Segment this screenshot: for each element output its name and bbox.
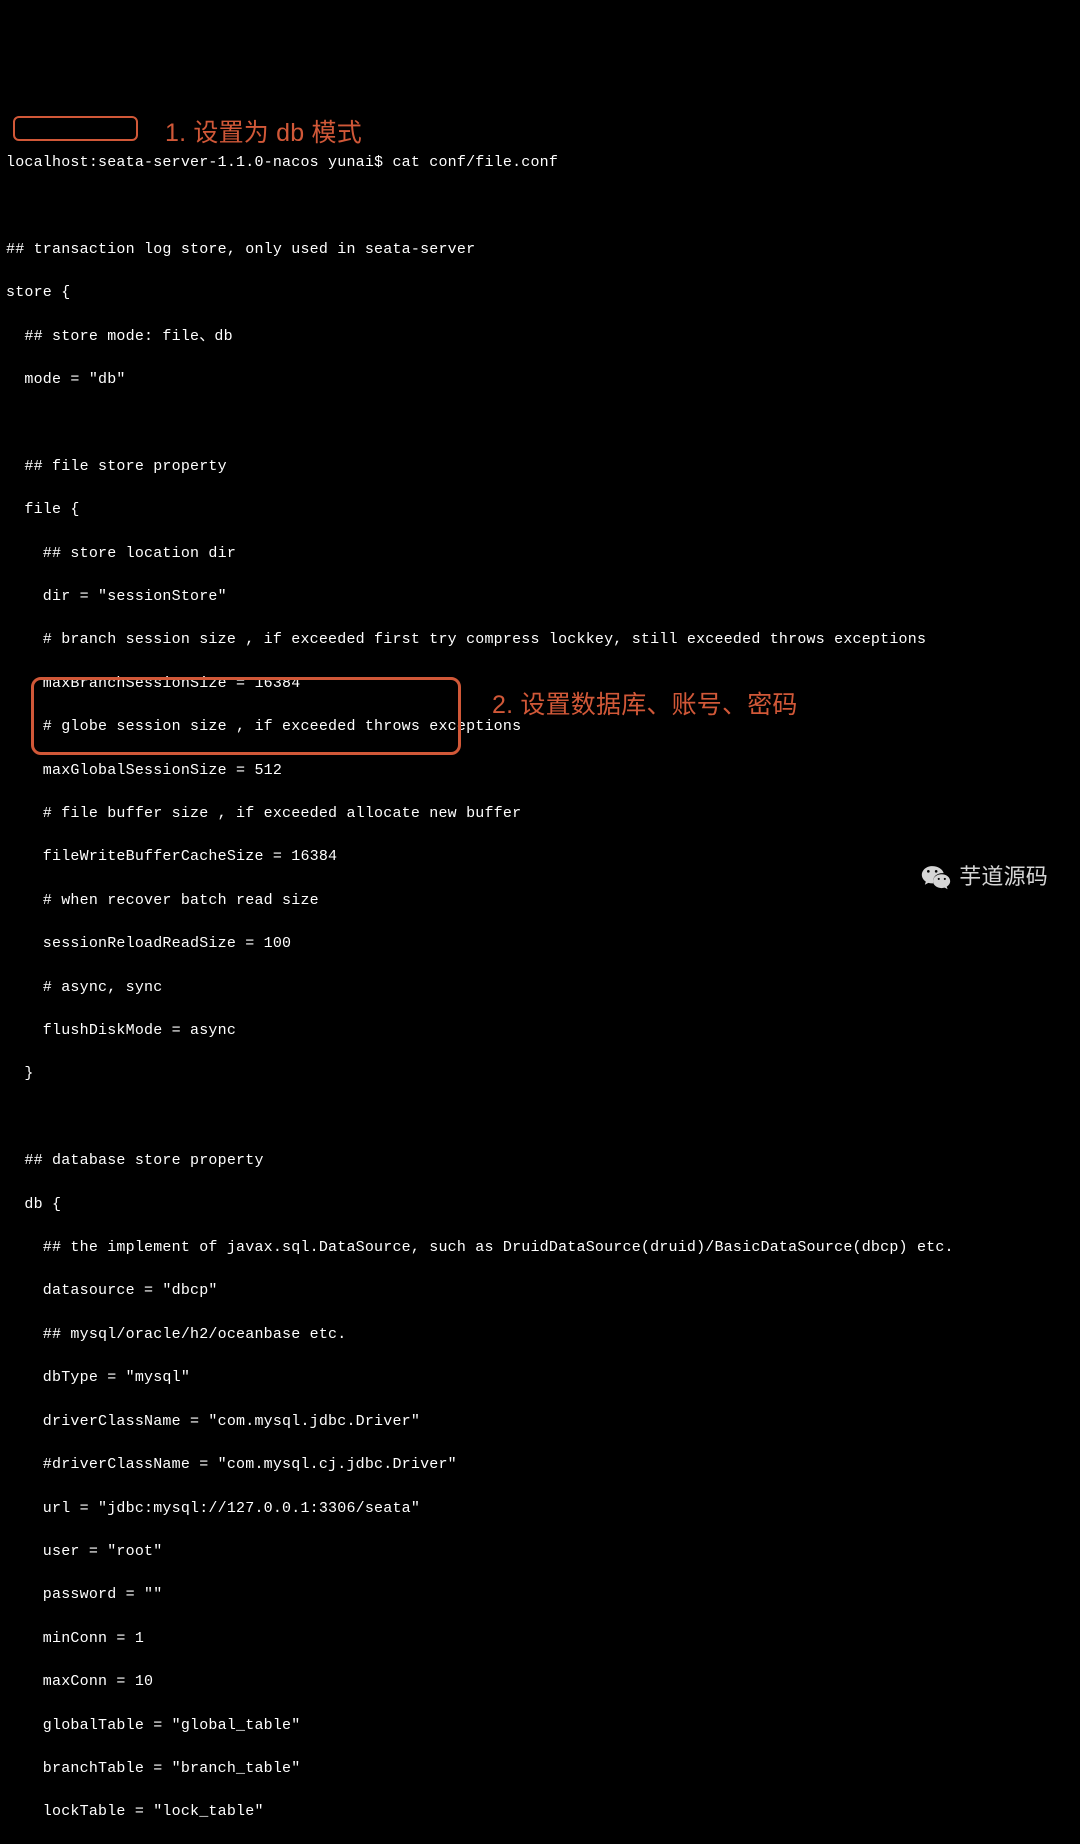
cfg-line: # async, sync [6, 977, 1074, 999]
cfg-line: store { [6, 282, 1074, 304]
cfg-line: #driverClassName = "com.mysql.cj.jdbc.Dr… [6, 1454, 1074, 1476]
cfg-line: ## transaction log store, only used in s… [6, 239, 1074, 261]
cfg-line: fileWriteBufferCacheSize = 16384 [6, 846, 1074, 868]
cfg-line: ## file store property [6, 456, 1074, 478]
cfg-line: globalTable = "global_table" [6, 1715, 1074, 1737]
cfg-line: sessionReloadReadSize = 100 [6, 933, 1074, 955]
cfg-line: minConn = 1 [6, 1628, 1074, 1650]
cfg-line: driverClassName = "com.mysql.jdbc.Driver… [6, 1411, 1074, 1433]
cfg-line: # branch session size , if exceeded firs… [6, 629, 1074, 651]
blank [6, 195, 1074, 217]
cfg-line-password: password = "" [6, 1584, 1074, 1606]
cfg-line: # when recover batch read size [6, 890, 1074, 912]
cfg-line: # globe session size , if exceeded throw… [6, 716, 1074, 738]
cfg-line: flushDiskMode = async [6, 1020, 1074, 1042]
cfg-line: db { [6, 1194, 1074, 1216]
cfg-line: lockTable = "lock_table" [6, 1801, 1074, 1823]
cfg-line: ## store location dir [6, 543, 1074, 565]
cfg-line: ## store mode: file、db [6, 326, 1074, 348]
wechat-icon [921, 862, 951, 892]
watermark-text: 芋道源码 [959, 866, 1048, 888]
terminal-output: localhost:seata-server-1.1.0-nacos yunai… [0, 87, 1080, 1844]
cfg-line: dbType = "mysql" [6, 1367, 1074, 1389]
cfg-line: ## the implement of javax.sql.DataSource… [6, 1237, 1074, 1259]
cfg-line-user: user = "root" [6, 1541, 1074, 1563]
cfg-line: # file buffer size , if exceeded allocat… [6, 803, 1074, 825]
cfg-line: maxConn = 10 [6, 1671, 1074, 1693]
watermark: 芋道源码 [921, 862, 1048, 892]
cfg-line: dir = "sessionStore" [6, 586, 1074, 608]
blank [6, 412, 1074, 434]
prompt-line: localhost:seata-server-1.1.0-nacos yunai… [6, 152, 1074, 174]
cfg-line: ## database store property [6, 1150, 1074, 1172]
cfg-line: branchTable = "branch_table" [6, 1758, 1074, 1780]
cfg-line: } [6, 1063, 1074, 1085]
annotation-mode: 1. 设置为 db 模式 [165, 123, 362, 145]
annotation-db: 2. 设置数据库、账号、密码 [492, 695, 798, 717]
cfg-line: ## mysql/oracle/h2/oceanbase etc. [6, 1324, 1074, 1346]
cfg-line-mode: mode = "db" [6, 369, 1074, 391]
cfg-line-url: url = "jdbc:mysql://127.0.0.1:3306/seata… [6, 1498, 1074, 1520]
cfg-line: maxGlobalSessionSize = 512 [6, 760, 1074, 782]
blank [6, 1107, 1074, 1129]
cfg-line: file { [6, 499, 1074, 521]
cfg-line: datasource = "dbcp" [6, 1280, 1074, 1302]
